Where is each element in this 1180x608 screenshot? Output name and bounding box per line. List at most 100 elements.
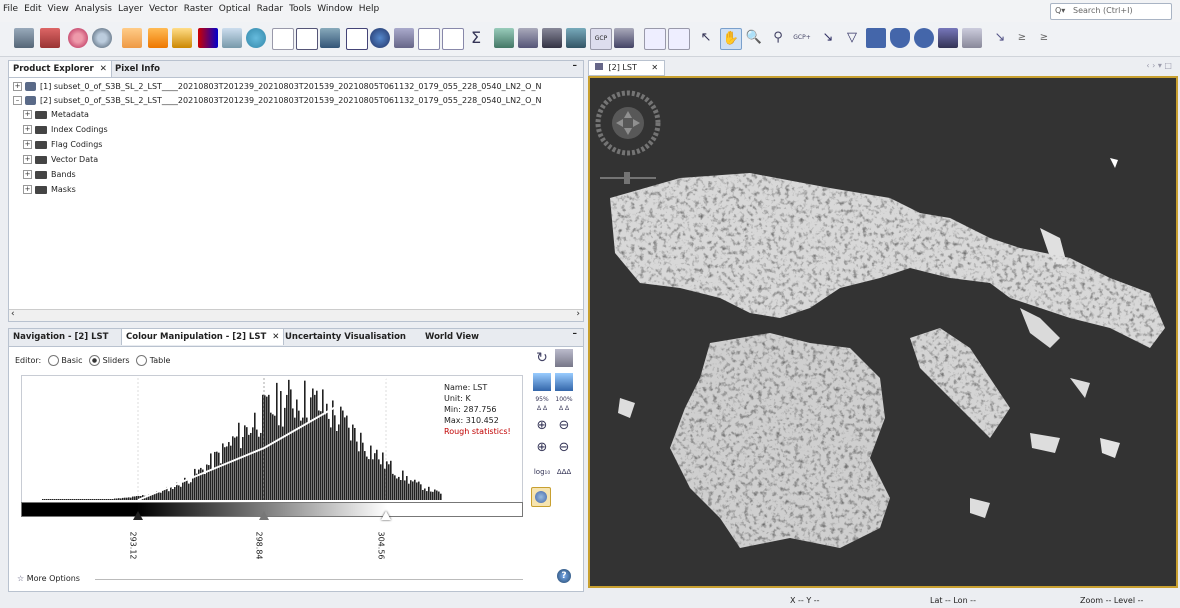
zoom-out-horizontal-icon[interactable]: ⊖ (555, 439, 573, 457)
tab-product-explorer[interactable]: Product Explorer ✕ (9, 61, 112, 77)
more-options-row[interactable]: ☆ More Options (17, 574, 80, 583)
scatter-plot-icon[interactable] (442, 28, 464, 50)
menu-help[interactable]: Help (356, 0, 383, 14)
expand-icon[interactable]: + (23, 110, 32, 119)
redo-icon[interactable] (92, 28, 112, 48)
gcp-tool-icon[interactable]: GCP+ (792, 28, 812, 48)
tab-world-view[interactable]: World View (421, 329, 483, 345)
slider-3[interactable]: 304.56 (377, 511, 393, 560)
slider-handle-icon[interactable] (381, 511, 391, 520)
log-scale-icon[interactable]: log₁₀ (533, 463, 551, 481)
menu-vector[interactable]: Vector (146, 0, 181, 14)
scroll-left-icon[interactable]: ‹ (11, 309, 15, 319)
expand-icon[interactable]: + (13, 82, 22, 91)
graticule-icon[interactable] (542, 28, 562, 48)
slider-1[interactable]: 293.12 (129, 511, 145, 560)
statistics-icon[interactable] (394, 28, 414, 48)
save-product-icon[interactable] (40, 28, 60, 48)
menu-window[interactable]: Window (314, 0, 356, 14)
product-row-2[interactable]: – [2] subset_0_of_S3B_SL_2_LST____2021080… (13, 96, 541, 108)
mask-manager-icon[interactable] (494, 28, 514, 48)
ellipse-tool-icon[interactable] (914, 28, 934, 48)
slider-3-value[interactable]: 304.56 (377, 532, 386, 560)
tab-navigation[interactable]: Navigation - [2] LST (9, 329, 112, 345)
minimize-icon[interactable]: – (573, 61, 578, 71)
pin-manager-icon[interactable] (566, 28, 586, 48)
collapse-icon[interactable]: – (13, 96, 22, 105)
expand-icon[interactable]: + (23, 125, 32, 134)
rgb-icon[interactable] (272, 28, 294, 50)
band-icon[interactable] (148, 28, 168, 48)
tab-uncertainty-visualisation[interactable]: Uncertainty Visualisation (281, 329, 410, 345)
slider-1-value[interactable]: 293.12 (129, 532, 138, 560)
histogram-icon[interactable] (346, 28, 368, 50)
rectangle-tool-icon[interactable] (866, 28, 886, 48)
menu-radar[interactable]: Radar (254, 0, 287, 14)
arrow-tool-icon[interactable]: ↘ (990, 28, 1010, 48)
slider-handle-icon[interactable] (259, 511, 269, 520)
polygon-tool-icon[interactable] (890, 28, 910, 48)
node-flag-codings[interactable]: + Flag Codings (23, 140, 102, 152)
tab-nav-icons[interactable]: ‹ › ▾ □ (1146, 61, 1172, 70)
toolbar-overflow-icon[interactable]: ≥ (1012, 28, 1032, 48)
save-palette-icon[interactable] (555, 373, 573, 391)
profile-plot-icon[interactable] (418, 28, 440, 50)
import-icon[interactable] (555, 349, 573, 367)
expand-icon[interactable]: + (23, 170, 32, 179)
virtual-band-icon[interactable] (172, 28, 192, 48)
menu-optical[interactable]: Optical (216, 0, 254, 14)
layer-icon[interactable] (222, 28, 242, 48)
colour-icon[interactable] (198, 28, 218, 48)
library-icon[interactable] (614, 28, 634, 48)
percentile-100-icon[interactable]: 100% Δ Δ (555, 395, 573, 413)
sum-icon[interactable]: Σ (466, 28, 486, 48)
slider-handle-icon[interactable] (133, 511, 143, 520)
pin-tool-icon[interactable]: ⚲ (768, 28, 788, 48)
navigation-overlay[interactable] (595, 90, 661, 184)
scroll-right-icon[interactable]: › (576, 309, 580, 319)
radio-icon[interactable] (136, 355, 148, 366)
colour-gradient-bar[interactable] (21, 502, 523, 517)
open-palette-icon[interactable] (533, 373, 551, 391)
pixel-geo-icon[interactable] (644, 28, 666, 50)
layer-manager-icon[interactable] (518, 28, 538, 48)
reset-icon[interactable]: ↻ (533, 349, 551, 367)
percentile-95-icon[interactable]: 95% Δ Δ (533, 395, 551, 413)
collapse-up-icon[interactable]: ☆ (17, 574, 24, 583)
radio-basic[interactable]: Basic (47, 355, 85, 366)
menu-raster[interactable]: Raster (181, 0, 216, 14)
distribute-icon[interactable]: ΔΔΔ (555, 463, 573, 481)
node-vector-data[interactable]: + Vector Data (23, 155, 98, 167)
minimize-icon[interactable]: – (573, 329, 578, 339)
polyline-tool-icon[interactable]: ▽ (842, 28, 862, 48)
pixel-grid-icon[interactable] (668, 28, 690, 50)
close-icon[interactable]: ✕ (651, 63, 658, 72)
close-icon[interactable]: ✕ (272, 332, 279, 342)
information-icon[interactable] (370, 28, 390, 48)
radio-sliders[interactable]: Sliders (89, 355, 132, 366)
zoom-in-vertical-icon[interactable]: ⊕ (533, 417, 551, 435)
expand-icon[interactable]: + (23, 185, 32, 194)
magic-wand-icon[interactable] (938, 28, 958, 48)
toolbar-overflow-icon-2[interactable]: ≥ (1034, 28, 1054, 48)
select-tool-icon[interactable]: ↖ (696, 28, 716, 48)
spectrum-icon[interactable] (320, 28, 340, 48)
search-input[interactable]: Q▾ Search (Ctrl+I) (1050, 3, 1172, 20)
node-metadata[interactable]: + Metadata (23, 110, 89, 122)
range-finder-icon[interactable] (962, 28, 982, 48)
horizontal-scrollbar[interactable]: ‹ › (9, 309, 583, 321)
radio-table[interactable]: Table (136, 355, 170, 366)
tab-pixel-info[interactable]: Pixel Info (111, 61, 164, 77)
zoom-tool-icon[interactable]: 🔍 (744, 28, 764, 48)
tab-colour-manipulation[interactable]: Colour Manipulation - [2] LST ✕ (121, 329, 285, 345)
help-icon[interactable]: ? (557, 569, 571, 583)
line-tool-icon[interactable]: ↘ (818, 28, 838, 48)
node-masks[interactable]: + Masks (23, 185, 76, 197)
menu-analysis[interactable]: Analysis (72, 0, 115, 14)
slider-2-value[interactable]: 298.84 (255, 532, 264, 560)
band-maths-icon[interactable] (122, 28, 142, 48)
world-map-icon[interactable] (246, 28, 266, 48)
product-row-1[interactable]: + [1] subset_0_of_S3B_SL_2_LST____2021080… (13, 82, 541, 94)
slider-2[interactable]: 298.84 (255, 511, 271, 560)
image-view[interactable] (588, 76, 1178, 588)
